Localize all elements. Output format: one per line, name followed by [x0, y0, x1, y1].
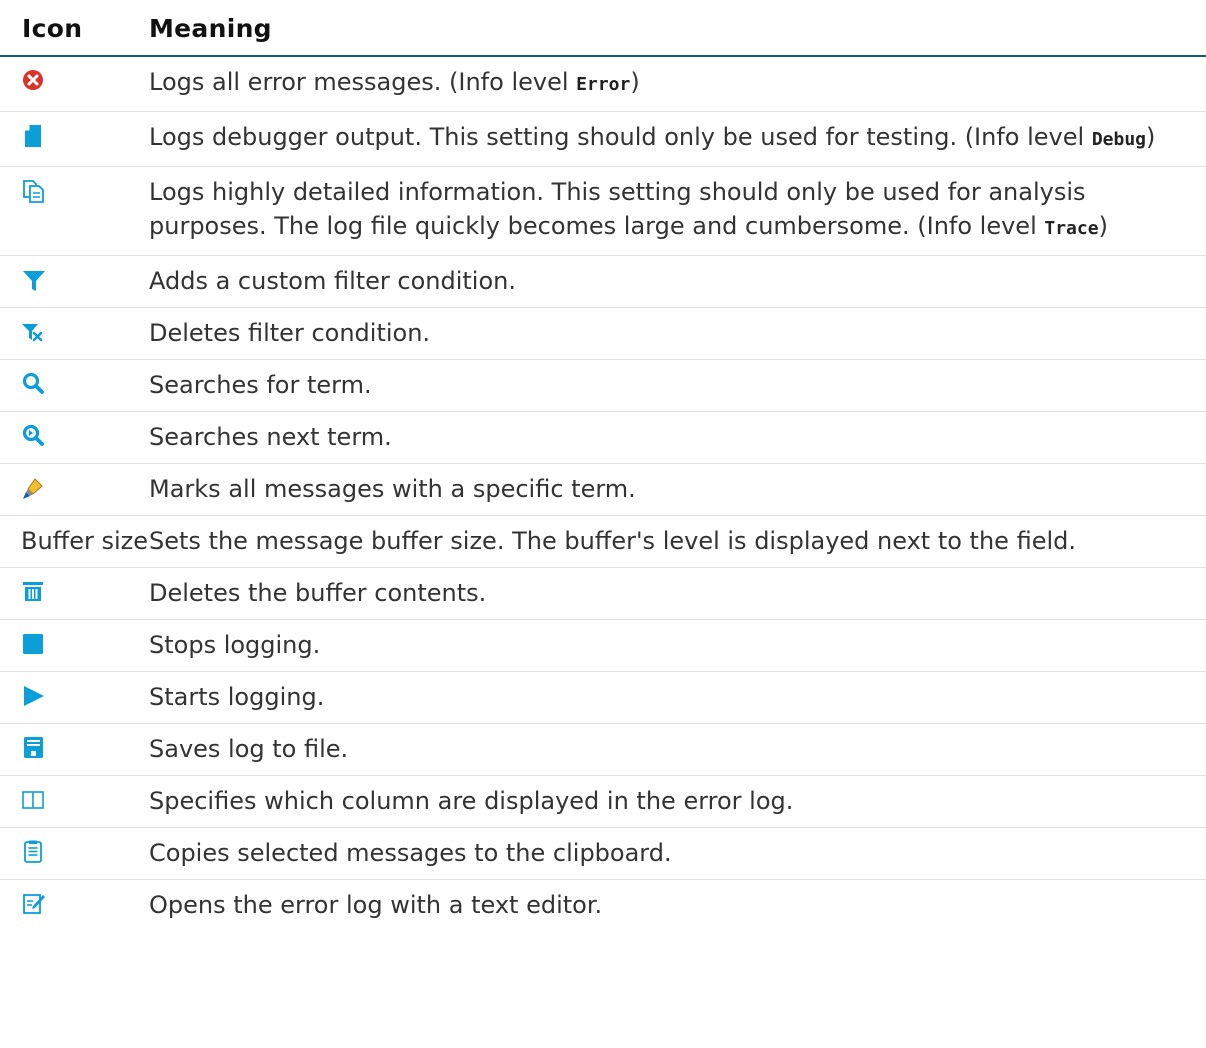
text-editor-icon — [22, 891, 46, 917]
filter-icon — [22, 267, 46, 293]
info-level-code: Trace — [1044, 218, 1099, 239]
icon-meaning-table: Icon Meaning Logs all error messages. (I… — [0, 0, 1206, 931]
row-description: Saves log to file. — [149, 735, 349, 763]
table-row: Copies selected messages to the clipboar… — [0, 828, 1206, 880]
table-row: Opens the error log with a text editor. — [0, 880, 1206, 931]
header-icon-column: Icon — [22, 14, 83, 43]
table-row: Starts logging. — [0, 672, 1206, 724]
trash-icon — [22, 579, 46, 605]
row-description: Stops logging. — [149, 631, 321, 659]
columns-icon — [22, 787, 46, 813]
row-description: Starts logging. — [149, 683, 325, 711]
table-row: Logs debugger output. This setting shoul… — [0, 112, 1206, 167]
stop-icon — [22, 631, 46, 657]
row-description: Deletes the buffer contents. — [149, 579, 487, 607]
table-row: Buffer size Sets the message buffer size… — [0, 516, 1206, 568]
row-description: Logs all error messages. (Info level Err… — [149, 68, 640, 96]
highlighter-icon — [22, 475, 46, 501]
row-description: Copies selected messages to the clipboar… — [149, 839, 672, 867]
row-description: Opens the error log with a text editor. — [149, 891, 603, 919]
table-row: Saves log to file. — [0, 724, 1206, 776]
buffer-size-label: Buffer size — [21, 527, 149, 555]
table-row: Stops logging. — [0, 620, 1206, 672]
clipboard-icon — [22, 839, 46, 865]
trace-documents-icon — [22, 178, 46, 204]
table-row: Specifies which column are displayed in … — [0, 776, 1206, 828]
table-row: Deletes the buffer contents. — [0, 568, 1206, 620]
table-header: Icon Meaning — [0, 0, 1206, 57]
info-level-code: Error — [576, 74, 631, 95]
table-row: Searches next term. — [0, 412, 1206, 464]
row-description: Logs highly detailed information. This s… — [149, 178, 1108, 240]
debug-document-icon — [22, 123, 46, 149]
filter-delete-icon — [22, 319, 46, 345]
table-row: Searches for term. — [0, 360, 1206, 412]
row-description: Searches for term. — [149, 371, 372, 399]
row-description: Adds a custom filter condition. — [149, 267, 516, 295]
row-description: Searches next term. — [149, 423, 392, 451]
play-icon — [22, 683, 46, 709]
row-description: Deletes filter condition. — [149, 319, 431, 347]
table-row: Marks all messages with a specific term. — [0, 464, 1206, 516]
row-description: Logs debugger output. This setting shoul… — [149, 123, 1156, 151]
search-icon — [22, 371, 46, 397]
row-description: Sets the message buffer size. The buffer… — [149, 527, 1076, 555]
table-row: Logs highly detailed information. This s… — [0, 167, 1206, 256]
search-next-icon — [22, 423, 46, 449]
info-level-code: Debug — [1091, 129, 1146, 150]
header-meaning-column: Meaning — [149, 14, 272, 43]
save-icon — [22, 735, 46, 761]
table-row: Logs all error messages. (Info level Err… — [0, 57, 1206, 112]
row-description: Marks all messages with a specific term. — [149, 475, 636, 503]
table-row: Deletes filter condition. — [0, 308, 1206, 360]
table-row: Adds a custom filter condition. — [0, 256, 1206, 308]
error-icon — [22, 68, 46, 94]
row-description: Specifies which column are displayed in … — [149, 787, 794, 815]
